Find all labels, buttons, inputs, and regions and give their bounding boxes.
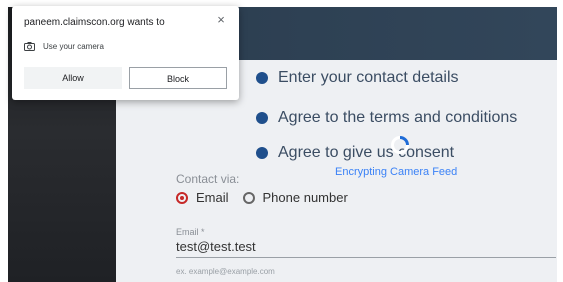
loading-spinner-icon — [391, 136, 409, 154]
step-bullet-icon — [256, 147, 268, 159]
radio-phone-label[interactable]: Phone number — [263, 190, 348, 205]
email-field[interactable]: test@test.test — [176, 239, 556, 258]
radio-email-label[interactable]: Email — [196, 190, 229, 205]
permission-row: Use your camera — [24, 42, 104, 51]
camera-icon — [24, 42, 35, 51]
step-label: Agree to give us consent — [278, 144, 455, 161]
close-icon[interactable]: × — [213, 12, 229, 28]
email-field-label: Email * — [176, 227, 205, 237]
contact-method-group: Email Phone number — [176, 190, 348, 205]
loading-status: Encrypting Camera Feed — [335, 166, 458, 178]
email-hint: ex. example@example.com — [176, 267, 275, 276]
step-label: Enter your contact details — [278, 69, 459, 86]
radio-email[interactable] — [176, 191, 188, 204]
contact-via-label: Contact via: — [176, 172, 240, 186]
step-terms: Agree to the terms and conditions — [256, 109, 517, 127]
radio-phone[interactable] — [242, 191, 255, 204]
step-contact-details: Enter your contact details — [256, 69, 459, 87]
allow-button[interactable]: Allow — [24, 67, 122, 89]
popup-title: paneem.claimscon.org wants to — [24, 17, 165, 28]
permission-popup: paneem.claimscon.org wants to × Use your… — [12, 6, 239, 100]
step-bullet-icon — [256, 112, 268, 124]
block-button[interactable]: Block — [129, 67, 227, 89]
step-bullet-icon — [256, 72, 268, 84]
step-consent: Agree to give us consent — [256, 144, 454, 162]
step-label: Agree to the terms and conditions — [278, 109, 518, 126]
permission-label: Use your camera — [43, 42, 104, 51]
